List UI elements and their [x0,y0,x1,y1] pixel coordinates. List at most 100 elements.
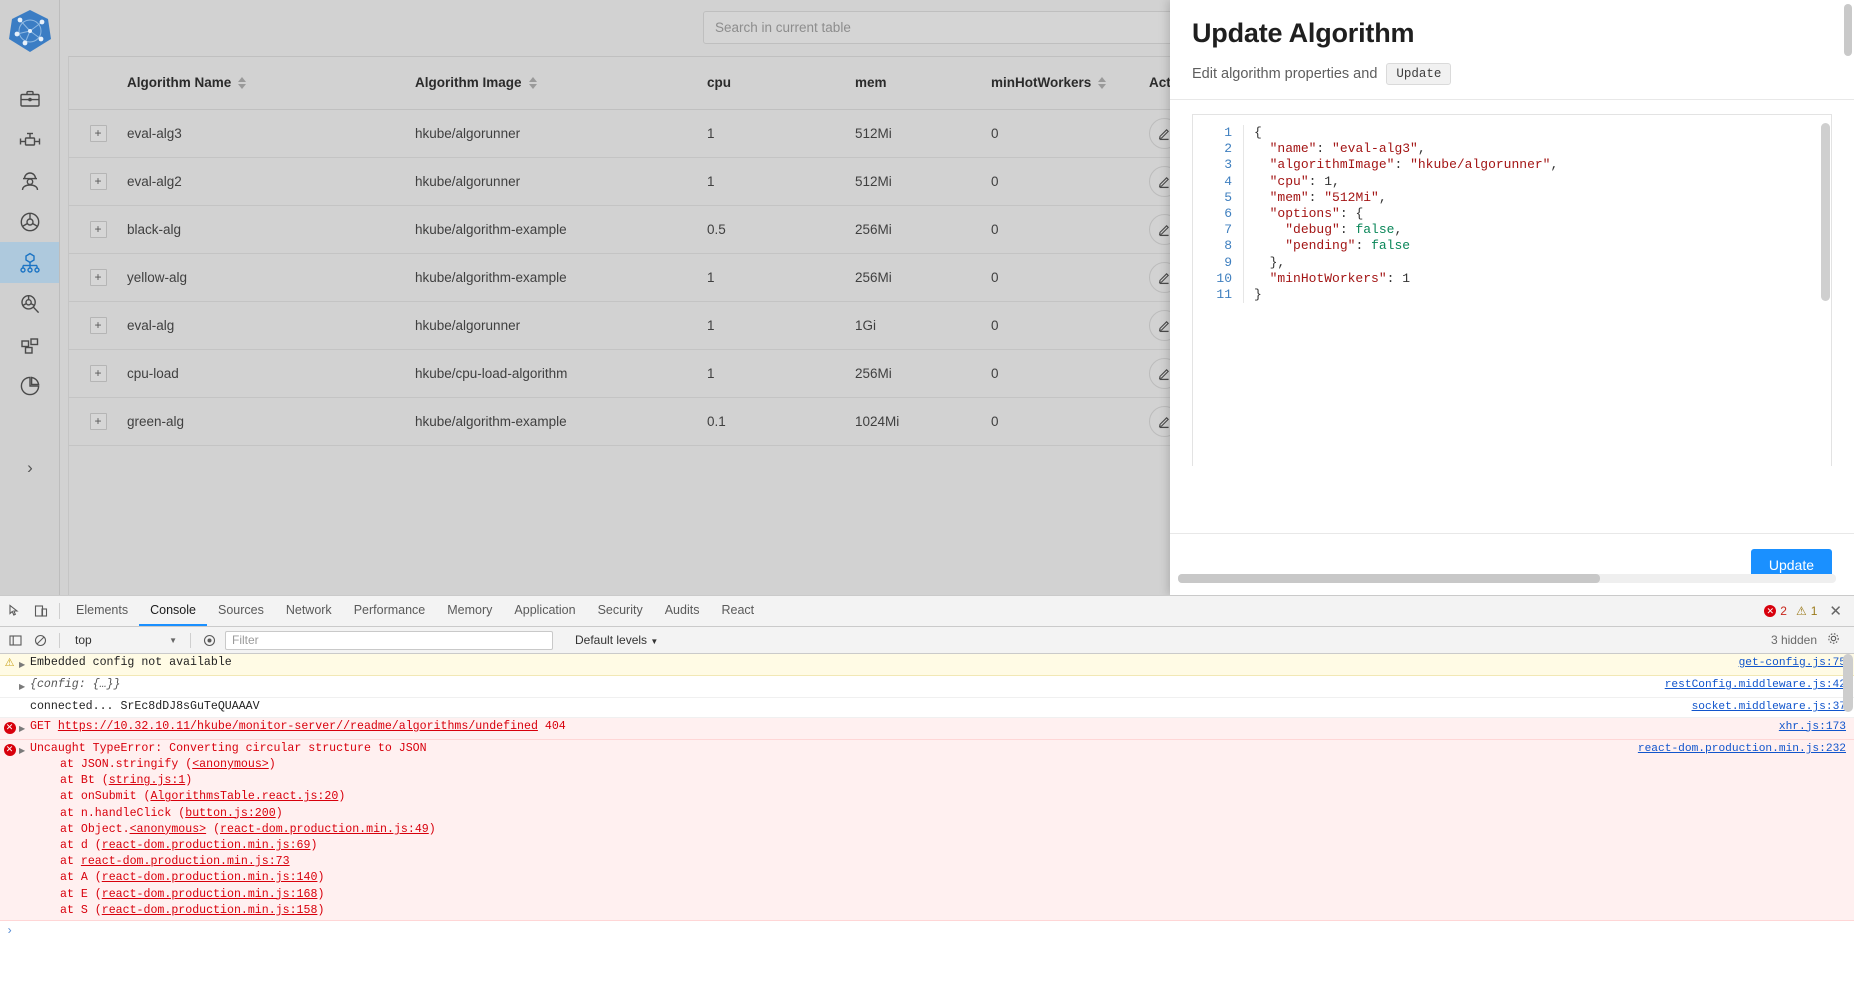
console-stack-frame[interactable]: at onSubmit (AlgorithmsTable.react.js:20… [30,789,1704,805]
drawer-vertical-scrollbar[interactable] [1844,4,1852,56]
column-header-minhotworkers[interactable]: minHotWorkers [991,57,1149,110]
sidebar-item-drivers[interactable] [0,201,59,242]
console-stack-frame[interactable]: at d (react-dom.production.min.js:69) [30,838,1704,854]
console-message-expander [19,699,30,702]
console-message[interactable]: ▶ {config: {…}} restConfig.middleware.js:4… [0,676,1854,699]
clear-console-icon[interactable] [31,634,50,647]
devtools-tab-performance[interactable]: Performance [343,596,437,626]
console-message-expander[interactable]: ▶ [19,655,30,674]
sidebar-item-debug[interactable] [0,283,59,324]
console-message-source-link[interactable]: react-dom.production.min.js:232 [1638,741,1846,757]
column-header-name[interactable]: Algorithm Name [127,57,415,110]
magnifier-network-icon [18,292,42,316]
devtools-tab-security[interactable]: Security [587,596,654,626]
console-message[interactable]: ⚠ ▶ Embedded config not available get-confi… [0,654,1854,677]
sidebar-item-workers[interactable] [0,160,59,201]
row-expand-button[interactable]: + [89,412,107,430]
sort-icon-name[interactable] [238,76,247,89]
console-message-text: GET https://10.32.10.11/hkube/monitor-se… [30,719,566,733]
column-header-image[interactable]: Algorithm Image [415,57,707,110]
warning-count-badge[interactable]: ⚠ 1 [1796,604,1817,618]
sort-icon-minhotworkers[interactable] [1098,76,1107,89]
console-message[interactable]: ✕ ▶ GET https://10.32.10.11/hkube/monitor-… [0,717,1854,740]
devtools-tab-sources[interactable]: Sources [207,596,275,626]
console-stack-frame[interactable]: at react-dom.production.min.js:73 [30,854,1704,870]
error-count-badge[interactable]: ✕ 2 [1764,604,1787,618]
devtools-status-badges: ✕ 2 ⚠ 1 ✕ [1764,596,1854,626]
console-message-source-link[interactable]: socket.middleware.js:37 [1692,699,1846,715]
row-expand-button[interactable]: + [89,316,107,334]
gear-icon[interactable] [1827,632,1840,648]
console-stack-frame[interactable]: at E (react-dom.production.min.js:168) [30,887,1704,903]
cell-cpu: 0.1 [707,397,855,446]
live-expression-icon[interactable] [200,634,219,647]
row-expand-button[interactable]: + [89,172,107,190]
editor-line: "minHotWorkers": 1 [1269,270,1411,286]
console-toolbar: top ▼ Default levels ▼ 3 hidden [0,627,1854,654]
drawer-horizontal-scrollbar[interactable] [1178,574,1836,583]
devtools-close-icon[interactable]: ✕ [1826,602,1845,620]
devtools-tab-network[interactable]: Network [275,596,343,626]
devtools-tab-console[interactable]: Console [139,596,207,626]
editor-line: } [1254,286,1262,302]
console-vertical-scrollbar[interactable] [1843,654,1853,712]
console-message-expander[interactable]: ▶ [19,719,30,738]
console-stack-frame[interactable]: at Object.<anonymous> (react-dom.product… [30,822,1704,838]
sort-icon-image[interactable] [528,76,537,89]
json-editor[interactable]: 1 2 3 4 5 6 7 8 9 10 11 { "name": "eval-alg3", "al… [1192,114,1832,466]
editor-line-number: 9 [1224,254,1232,270]
console-message-level-icon [0,677,19,678]
devtools-tab-memory[interactable]: Memory [436,596,503,626]
editor-code[interactable]: { "name": "eval-alg3", "algorithmImage":… [1243,125,1831,304]
cell-mem: 1024Mi [855,397,991,446]
editor-line-number: 10 [1216,270,1232,286]
console-message-expander[interactable]: ▶ [19,677,30,696]
console-filter-input[interactable] [225,630,553,650]
console-context-label: top [75,633,92,647]
console-stack-frame[interactable]: at n.handleClick (button.js:200) [30,806,1704,822]
inspect-element-icon[interactable] [2,596,28,626]
console-message-source-link[interactable]: restConfig.middleware.js:42 [1665,677,1846,693]
console-message-source-link[interactable]: xhr.js:173 [1779,719,1846,735]
sidebar-item-metrics[interactable] [0,365,59,406]
editor-vertical-scrollbar[interactable] [1821,123,1830,301]
sidebar-item-pipelines[interactable] [0,119,59,160]
devtools-tab-elements[interactable]: Elements [65,596,139,626]
sidebar-item-algorithms[interactable] [0,242,59,283]
console-message-text: Uncaught TypeError: Converting circular … [30,741,1854,919]
console-prompt[interactable]: › [0,921,1854,941]
row-expand-button[interactable]: + [89,268,107,286]
console-context-selector[interactable]: top ▼ [69,631,181,650]
console-sidebar-icon[interactable] [6,634,25,647]
devtools-tab-audits[interactable]: Audits [654,596,711,626]
sidebar-expand-button[interactable]: › [0,451,60,485]
drawer-footer: Update [1170,533,1854,595]
console-stack-frame[interactable]: at JSON.stringify (<anonymous>) [30,757,1704,773]
console-message[interactable]: connected... SrEc8dDJ8sGuTeQUAAAV socket.… [0,698,1854,718]
console-message-expander[interactable]: ▶ [19,741,30,760]
row-expand-button[interactable]: + [89,364,107,382]
console-stack-frame[interactable]: at S (react-dom.production.min.js:158) [30,903,1704,919]
console-stack-frame[interactable]: at A (react-dom.production.min.js:140) [30,870,1704,886]
row-expand-button[interactable]: + [89,124,107,142]
devtools-tab-application[interactable]: Application [503,596,586,626]
error-count: 2 [1780,604,1787,618]
console-message-level-icon: ⚠ [4,658,15,670]
console-message-level-icon [0,699,19,700]
search-input[interactable] [704,11,1210,43]
column-header-mem: mem [855,57,991,110]
console-log-levels-selector[interactable]: Default levels ▼ [575,633,658,647]
devtools-tab-react[interactable]: React [710,596,765,626]
console-stack-frame[interactable]: at Bt (string.js:1) [30,773,1704,789]
cell-minhotworkers: 0 [991,109,1149,158]
device-toolbar-icon[interactable] [28,596,54,626]
console-messages-area[interactable]: ⚠ ▶ Embedded config not available get-confi… [0,654,1854,1008]
cell-mem: 256Mi [855,349,991,398]
console-message[interactable]: ✕ ▶ Uncaught TypeError: Converting circula… [0,739,1854,922]
row-expand-button[interactable]: + [89,220,107,238]
hkube-logo[interactable] [7,8,53,54]
sidebar-item-builds[interactable] [0,324,59,365]
sidebar-item-jobs[interactable] [0,78,59,119]
console-message-source-link[interactable]: get-config.js:75 [1739,655,1846,671]
editor-line-number: 11 [1216,286,1232,302]
